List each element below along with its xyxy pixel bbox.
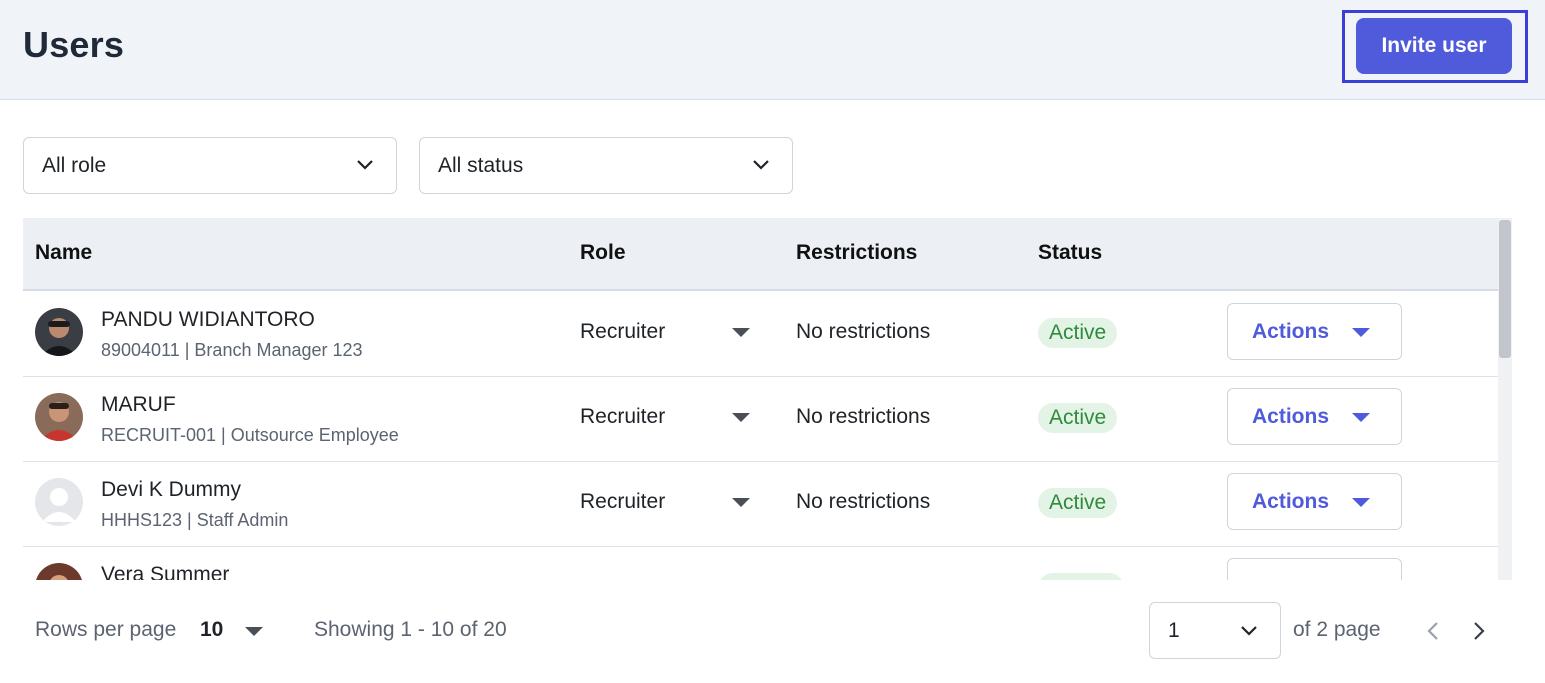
actions-button[interactable]: Actions	[1227, 473, 1402, 530]
user-details: RECRUIT-001 | Outsource Employee	[101, 425, 399, 445]
avatar-placeholder-icon	[35, 478, 83, 526]
total-pages-text: of 2 page	[1293, 618, 1381, 641]
scrollbar-thumb[interactable]	[1499, 220, 1511, 358]
column-header-status: Status	[1038, 241, 1103, 264]
status-badge: Active	[1038, 318, 1118, 348]
chevron-down-icon	[753, 160, 769, 170]
rows-per-page-select[interactable]: 10	[200, 618, 223, 642]
page-header: Users Invite user	[0, 0, 1545, 100]
user-name: Devi K Dummy	[101, 478, 242, 501]
actions-label: Actions	[1252, 319, 1330, 343]
rows-per-page-label: Rows per page	[35, 618, 177, 641]
chevron-down-icon	[357, 160, 373, 170]
caret-down-icon	[1352, 498, 1370, 507]
invite-user-button[interactable]: Invite user	[1356, 18, 1512, 74]
restrictions-text: No restrictions	[796, 405, 931, 428]
table-row: Devi K Dummy HHHS123 | Staff Admin Recru…	[23, 462, 1498, 547]
restrictions-text: No restrictions	[796, 320, 931, 343]
chevron-down-icon	[1241, 626, 1257, 636]
avatar	[35, 393, 83, 441]
actions-label: Actions	[1252, 489, 1330, 513]
table-row: Vera Summer	[23, 547, 1498, 580]
actions-button[interactable]: Actions	[1227, 303, 1402, 360]
role-select[interactable]: Recruiter	[580, 490, 665, 514]
table-row: MARUF RECRUIT-001 | Outsource Employee R…	[23, 377, 1498, 462]
page-title: Users	[23, 24, 125, 65]
caret-down-icon	[1352, 328, 1370, 337]
actions-label: Actions	[1252, 404, 1330, 428]
actions-button[interactable]: Actions	[1227, 388, 1402, 445]
status-badge	[1038, 573, 1124, 580]
caret-down-icon[interactable]	[732, 328, 750, 337]
column-header-restrictions: Restrictions	[796, 241, 918, 264]
user-name: PANDU WIDIANTORO	[101, 308, 315, 331]
avatar	[35, 563, 83, 580]
users-table: Name Role Restrictions Status PANDU WIDI…	[23, 218, 1512, 580]
page-number-value: 1	[1168, 618, 1180, 642]
chevron-right-icon[interactable]	[1471, 620, 1487, 642]
status-filter-select[interactable]: All status	[419, 137, 793, 194]
status-filter-value: All status	[438, 153, 524, 177]
role-select[interactable]: Recruiter	[580, 405, 665, 429]
avatar	[35, 308, 83, 356]
actions-button[interactable]	[1227, 558, 1402, 580]
user-name: MARUF	[101, 393, 176, 416]
caret-down-icon[interactable]	[732, 498, 750, 507]
user-name: Vera Summer	[101, 563, 230, 580]
restrictions-text: No restrictions	[796, 490, 931, 513]
page-number-select[interactable]: 1	[1149, 602, 1281, 659]
role-select[interactable]: Recruiter	[580, 320, 665, 344]
user-details: HHHS123 | Staff Admin	[101, 510, 289, 530]
chevron-left-icon[interactable]	[1425, 620, 1441, 642]
column-header-role: Role	[580, 241, 626, 264]
status-badge: Active	[1038, 488, 1118, 518]
table-row: PANDU WIDIANTORO 89004011 | Branch Manag…	[23, 292, 1498, 377]
showing-range-text: Showing 1 - 10 of 20	[314, 618, 507, 641]
status-badge: Active	[1038, 403, 1118, 433]
caret-down-icon[interactable]	[245, 627, 263, 636]
role-filter-select[interactable]: All role	[23, 137, 397, 194]
table-header: Name Role Restrictions Status	[23, 218, 1498, 291]
role-filter-value: All role	[42, 153, 107, 177]
column-header-name: Name	[35, 241, 93, 264]
caret-down-icon[interactable]	[732, 413, 750, 422]
user-details: 89004011 | Branch Manager 123	[101, 340, 363, 360]
caret-down-icon	[1352, 413, 1370, 422]
